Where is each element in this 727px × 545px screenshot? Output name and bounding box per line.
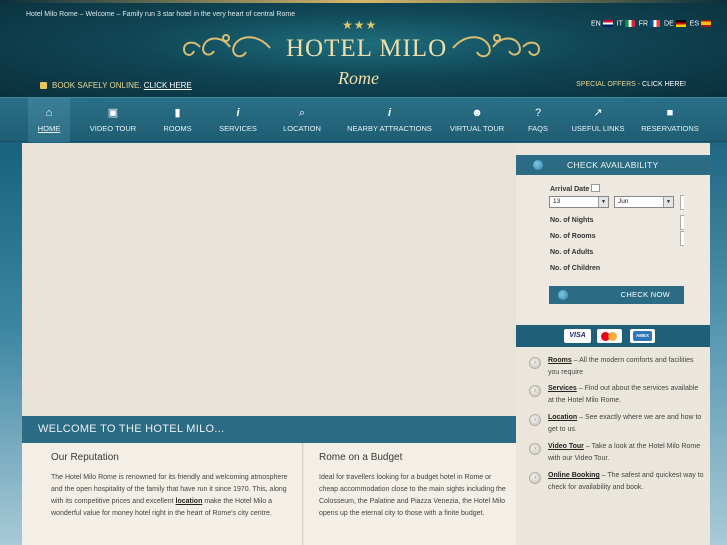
padlock-icon [40, 82, 47, 89]
reputation-title: Our Reputation [51, 452, 119, 463]
location-sidebar-link[interactable]: Location [548, 414, 577, 421]
video-tour-link[interactable]: Video Tour [548, 443, 584, 450]
site-header: Hotel Milo Rome – Welcome – Family run 3… [0, 0, 727, 97]
nav-nearby-attractions[interactable]: i NEARBY ATTRACTIONS [342, 98, 437, 142]
lang-it-link[interactable]: IT [617, 20, 637, 27]
arrival-day-select[interactable]: 13 ▼ [549, 196, 609, 208]
star-rating: ★★★ [342, 18, 378, 32]
book-online-banner: BOOK SAFELY ONLINE. CLICK HERE [40, 81, 192, 90]
nav-reservations[interactable]: ■ RESERVATIONS [637, 98, 703, 142]
budget-text: Ideal for travellers looking for a budge… [319, 474, 506, 517]
lang-fr-link[interactable]: FR [639, 20, 662, 27]
lang-es-link[interactable]: ES [690, 20, 713, 27]
amex-card-icon: AMEX [630, 329, 655, 343]
sidebar: CHECK AVAILABILITY Arrival Date 13 ▼ Jun ▼… [516, 143, 710, 545]
lang-en-link[interactable]: EN [591, 20, 615, 27]
arrow-right-icon: › [529, 414, 541, 426]
flag-spain-icon [701, 20, 711, 27]
special-offers-banner[interactable]: SPECIAL OFFERS - CLICK HERE! [576, 81, 686, 88]
main-navigation: ⌂ HOME ▣ VIDEO TOUR ▮ ROOMS i SERVICES ⌕… [0, 97, 727, 142]
language-selector: EN IT FR DE ES [591, 20, 713, 27]
calendar-icon[interactable] [591, 184, 601, 192]
budget-section: Rome on a Budget Ideal for travellers lo… [304, 443, 516, 545]
nav-faqs[interactable]: ? FAQS [522, 98, 554, 142]
flag-france-icon [650, 20, 661, 27]
arrow-right-icon: › [529, 357, 541, 369]
question-icon: ? [534, 107, 542, 119]
nav-video-tour[interactable]: ▣ VIDEO TOUR [83, 98, 143, 142]
flag-italy-icon [624, 20, 635, 27]
bubble-icon [558, 290, 568, 300]
nav-services[interactable]: i SERVICES [212, 98, 264, 142]
rooms-link[interactable]: Rooms [548, 357, 572, 364]
special-offers-link[interactable]: CLICK HERE! [642, 81, 686, 88]
dropdown-arrow-icon: ▼ [598, 197, 608, 207]
header-tagline: Hotel Milo Rome – Welcome – Family run 3… [26, 11, 296, 18]
link-icon: ↗ [593, 107, 603, 119]
hotel-logo-subtitle: Rome [338, 68, 379, 88]
check-now-button[interactable]: CHECK NOW [549, 286, 684, 304]
children-label: No. of Children [550, 265, 601, 272]
budget-title: Rome on a Budget [319, 452, 403, 463]
lang-de-link[interactable]: DE [664, 20, 688, 27]
right-swirl-ornament-icon [452, 34, 541, 58]
header-gold-strip [0, 0, 727, 3]
info-icon: i [236, 107, 240, 119]
location-link[interactable]: location [176, 498, 203, 505]
nights-label: No. of Nights [550, 217, 594, 224]
rooms-label: No. of Rooms [550, 233, 596, 240]
magnifier-icon: ⌕ [298, 107, 306, 119]
check-availability-heading: CHECK AVAILABILITY [516, 155, 710, 175]
nav-rooms[interactable]: ▮ ROOMS [155, 98, 200, 142]
flag-uk-icon [602, 20, 613, 27]
nav-virtual-tour[interactable]: ☻ VIRTUAL TOUR [445, 98, 509, 142]
nav-useful-links[interactable]: ↗ USEFUL LINKS [566, 98, 630, 142]
video-camera-icon: ▣ [107, 107, 119, 119]
year-field[interactable] [680, 195, 684, 210]
dropdown-arrow-icon: ▼ [663, 197, 673, 207]
payment-cards-strip: VISA AMEX [516, 325, 710, 347]
visa-card-icon: VISA [564, 329, 591, 343]
hero-slideshow-area [22, 143, 516, 416]
book-click-here-link[interactable]: CLICK HERE [144, 81, 192, 90]
arrival-month-select[interactable]: Jun ▼ [614, 196, 674, 208]
arrival-date-label: Arrival Date [550, 184, 601, 193]
lock-icon: ■ [666, 107, 674, 119]
door-icon: ▮ [174, 107, 181, 119]
reputation-section: Our Reputation The Hotel Milo Rome is re… [22, 443, 303, 545]
info-icon: i [387, 107, 392, 119]
adults-label: No. of Adults [550, 249, 594, 256]
online-booking-link[interactable]: Online Booking [548, 472, 600, 479]
rooms-field[interactable] [680, 231, 684, 246]
left-swirl-ornament-icon [182, 34, 271, 58]
arrow-right-icon: › [529, 385, 541, 397]
home-icon: ⌂ [45, 107, 53, 119]
arrow-right-icon: › [529, 472, 541, 484]
nights-field[interactable] [680, 215, 684, 230]
main-content: WELCOME TO THE HOTEL MILO... Our Reputat… [22, 143, 516, 545]
nav-home[interactable]: ⌂ HOME [28, 98, 70, 142]
person-icon: ☻ [471, 107, 483, 119]
services-link[interactable]: Services [548, 385, 577, 392]
arrow-right-icon: › [529, 443, 541, 455]
bubble-icon [533, 160, 543, 170]
reputation-text: The Hotel Milo Rome is renowned for its … [51, 474, 288, 517]
flag-germany-icon [675, 20, 686, 27]
mastercard-icon [597, 329, 622, 343]
nav-location[interactable]: ⌕ LOCATION [276, 98, 328, 142]
hotel-logo-title[interactable]: HOTEL MILO [286, 35, 447, 63]
page-right-edge [710, 143, 727, 545]
welcome-heading: WELCOME TO THE HOTEL MILO... [22, 416, 516, 443]
